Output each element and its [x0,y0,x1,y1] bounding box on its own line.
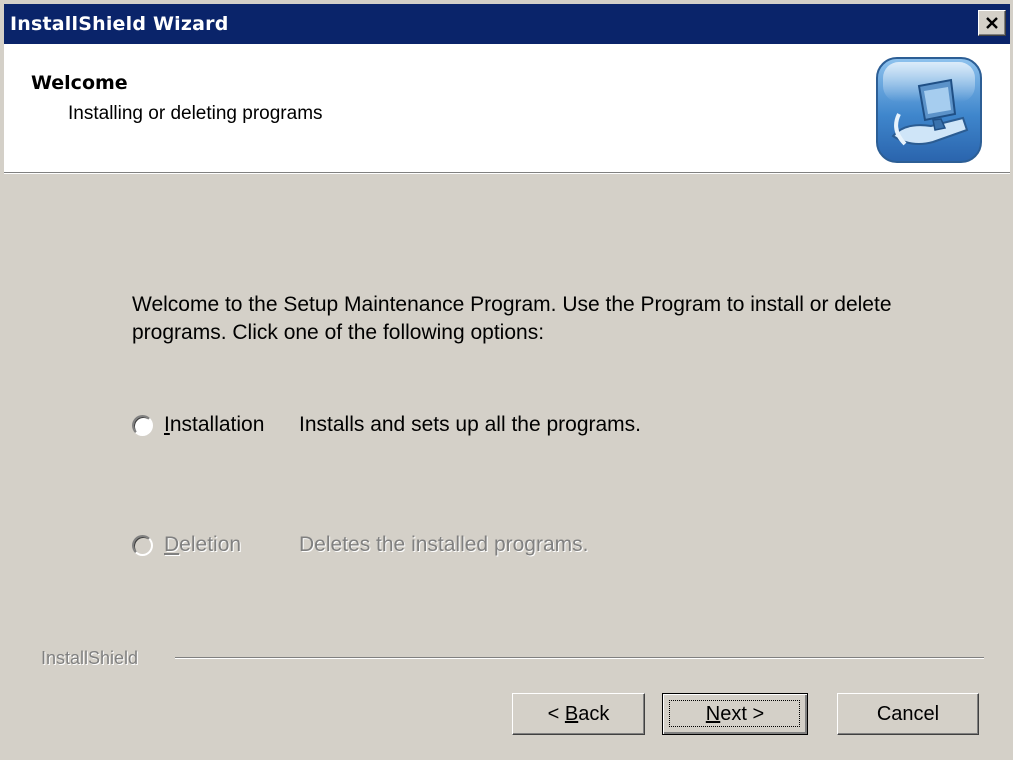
deletion-radio[interactable] [132,535,153,556]
cancel-button[interactable]: Cancel [837,693,979,735]
back-prefix: < [547,702,565,725]
installshield-wizard-window: InstallShield Wizard Welcome Installing … [0,0,1012,760]
installshield-brand-label: InstallShield [41,648,139,668]
window-title: InstallShield Wizard [10,13,229,35]
deletion-accelerator: D [164,533,180,556]
setup-computer-icon [876,57,982,163]
brand-divider-highlight [175,658,984,659]
deletion-label[interactable]: Deletion [164,533,241,557]
next-button[interactable]: Next > [662,693,808,735]
header-divider-highlight [4,173,1010,174]
header-title: Welcome [31,72,128,94]
welcome-text: Welcome to the Setup Maintenance Program… [132,293,892,344]
deletion-description: Deletes the installed programs. [299,533,589,556]
back-label-rest: ack [578,702,610,725]
installation-description: Installs and sets up all the programs. [299,413,642,436]
back-accelerator: B [564,702,579,725]
focus-rectangle [669,700,800,727]
back-button[interactable]: < Back [512,693,645,735]
installation-label-rest: nstallation [169,413,265,436]
title-bar[interactable]: InstallShield Wizard [4,4,1010,44]
installation-radio[interactable] [132,415,153,436]
installation-label[interactable]: Installation [164,413,264,437]
header-subtitle: Installing or deleting programs [68,103,323,124]
header-panel: Welcome Installing or deleting programs [4,44,1010,172]
close-icon [986,17,998,29]
deletion-label-rest: eletion [179,533,242,556]
close-button[interactable] [978,10,1006,36]
